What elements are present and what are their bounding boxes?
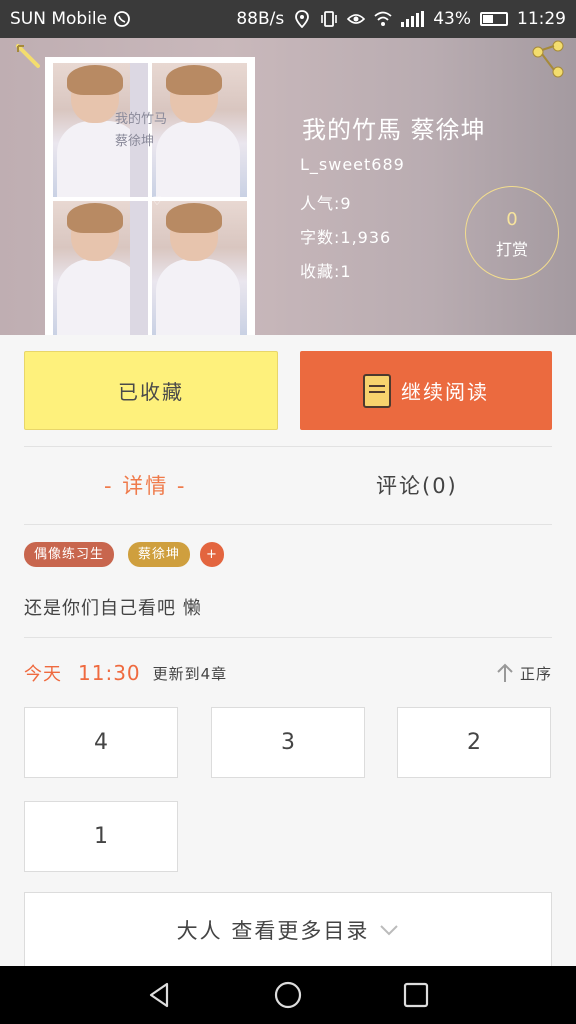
wifi-icon [374, 11, 392, 26]
carrier-label: SUN Mobile [10, 9, 108, 29]
battery-icon [480, 12, 508, 26]
vibrate-icon [321, 11, 338, 27]
favorited-label: 已收藏 [118, 380, 184, 404]
add-tag-button[interactable]: + [200, 542, 224, 567]
popularity-stat: 人气:9 [300, 194, 352, 213]
reward-button[interactable]: 0 打赏 [465, 186, 559, 280]
tag-item[interactable]: 蔡徐坤 [128, 542, 191, 567]
chapter-item[interactable]: 3 [211, 707, 365, 778]
chevron-down-icon [380, 925, 399, 936]
chapter-item[interactable]: 2 [397, 707, 551, 778]
eye-icon [347, 14, 366, 24]
continue-reading-label: 继续阅读 [401, 380, 489, 404]
book-header: 我的竹马 蔡徐坤 ♡ 我的竹馬 蔡徐坤 L_sweet689 人气:9 字数:1… [0, 38, 576, 335]
favorites-stat: 收藏:1 [300, 262, 352, 281]
continue-reading-button[interactable]: 继续阅读 [300, 351, 552, 430]
book-cover[interactable]: 我的竹马 蔡徐坤 ♡ [45, 57, 255, 335]
update-date: 今天 [24, 664, 62, 685]
chapter-item[interactable]: 1 [24, 801, 178, 872]
pencil-back-icon[interactable] [14, 42, 44, 72]
word-count-stat: 字数:1,936 [300, 228, 392, 247]
author-name[interactable]: L_sweet689 [300, 155, 405, 174]
network-speed: 88B/s [236, 9, 285, 29]
signal-icon [401, 11, 425, 27]
reward-label: 打赏 [495, 240, 528, 259]
location-icon [295, 10, 310, 28]
status-bar: SUN Mobile 88B/s 43% 11:29 [0, 0, 576, 38]
chapter-item[interactable]: 4 [24, 707, 178, 778]
divider [24, 446, 552, 447]
book-icon [363, 373, 391, 408]
view-more-chapters-button[interactable]: 大人 查看更多目录 [24, 892, 552, 968]
whatsapp-icon [114, 11, 131, 27]
recents-nav-icon[interactable] [401, 980, 431, 1010]
heart-icon: ♡ [151, 194, 163, 208]
tag-item[interactable]: 偶像练习生 [24, 542, 115, 567]
arrow-up-icon [497, 663, 513, 682]
reward-count: 0 [506, 209, 518, 230]
divider [24, 637, 552, 638]
update-info: 今天 11:30 更新到4章 正序 [24, 658, 552, 688]
book-title: 我的竹馬 蔡徐坤 [302, 116, 486, 144]
back-nav-icon[interactable] [145, 980, 175, 1010]
book-summary: 还是你们自己看吧 懒 [24, 598, 202, 619]
cover-photo [152, 201, 247, 335]
clock: 11:29 [517, 9, 566, 29]
tab-comments[interactable]: 评论(0) [376, 470, 458, 500]
update-text: 更新到4章 [152, 664, 228, 683]
system-nav-bar [0, 966, 576, 1024]
tab-detail[interactable]: - 详情 - [104, 470, 187, 500]
battery-percent: 43% [433, 9, 471, 29]
cover-photo [53, 201, 148, 335]
cover-caption: 我的竹马 蔡徐坤 [115, 112, 168, 149]
divider [24, 524, 552, 525]
home-nav-icon[interactable] [273, 980, 303, 1010]
sort-toggle[interactable]: 正序 [496, 663, 552, 684]
favorited-button[interactable]: 已收藏 [24, 351, 278, 430]
update-time: 11:30 [78, 661, 141, 685]
sort-label: 正序 [519, 664, 552, 683]
share-icon[interactable] [528, 40, 568, 80]
view-more-label: 大人 查看更多目录 [176, 919, 370, 943]
